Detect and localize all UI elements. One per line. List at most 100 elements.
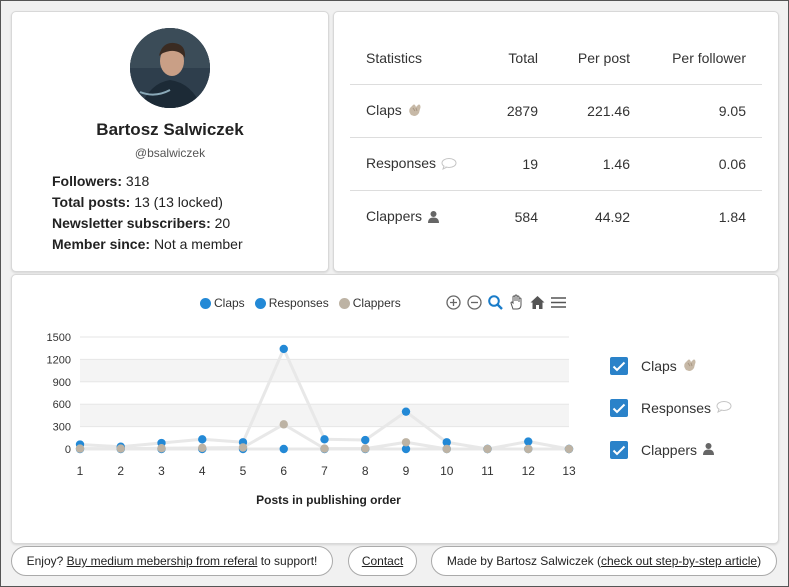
person-icon xyxy=(702,442,715,458)
toggle-label: Responses xyxy=(641,400,712,416)
followers-label: Followers: xyxy=(52,173,123,189)
row-per-follower: 0.06 xyxy=(630,137,762,191)
row-total: 2879 xyxy=(468,84,538,138)
data-point xyxy=(401,438,411,447)
contact-link[interactable]: Contact xyxy=(362,554,403,568)
toggle-clappers[interactable]: Clappers xyxy=(610,441,715,459)
checkbox-clappers[interactable] xyxy=(610,441,628,459)
data-point xyxy=(157,444,166,453)
x-tick-label: 13 xyxy=(562,464,576,478)
data-point xyxy=(564,444,574,454)
grid-band xyxy=(80,359,569,382)
grid-band xyxy=(80,404,569,427)
clap-icon xyxy=(407,103,423,120)
toggle-claps[interactable]: Claps xyxy=(610,357,698,375)
toggle-responses[interactable]: Responses xyxy=(610,399,732,417)
data-point xyxy=(116,444,125,453)
y-tick-label: 0 xyxy=(65,444,71,456)
data-point xyxy=(75,444,85,453)
y-tick-label: 1500 xyxy=(47,332,71,344)
posts-line: Total posts: 13 (13 locked) xyxy=(52,192,243,213)
member-value: Not a member xyxy=(153,236,243,252)
checkbox-claps[interactable] xyxy=(610,357,628,375)
followers-value: 318 xyxy=(125,173,150,189)
person-icon xyxy=(427,210,440,226)
member-label: Member since: xyxy=(52,236,151,252)
header-total: Total xyxy=(468,32,538,85)
clap-icon xyxy=(682,358,698,375)
data-point xyxy=(198,435,207,444)
x-tick-label: 12 xyxy=(522,464,536,478)
table-row: Claps 2879 221.46 9.05 xyxy=(350,84,762,138)
line-chart: 0300600900120015001 2 3 4 5 6 7 8 9 10 11 12 13Posts… xyxy=(47,332,576,507)
article-link[interactable]: check out step-by-step article xyxy=(601,554,757,568)
y-tick-label: 900 xyxy=(53,377,71,389)
row-total: 19 xyxy=(468,137,538,191)
credits-pill: Made by Bartosz Salwiczek (check out ste… xyxy=(431,546,777,576)
posts-label: Total posts: xyxy=(52,194,131,210)
row-label: Clappers xyxy=(366,208,423,225)
profile-facts: Followers: 318 Total posts: 13 (13 locke… xyxy=(52,171,243,255)
statistics-header-row: Statistics Total Per post Per follower xyxy=(350,32,762,85)
data-point xyxy=(442,444,451,454)
profile-name: Bartosz Salwiczek xyxy=(96,120,244,139)
data-point xyxy=(483,444,492,454)
y-tick-label: 600 xyxy=(53,399,71,411)
header-statistics: Statistics xyxy=(350,32,468,85)
data-point xyxy=(524,444,533,454)
row-per-post: 221.46 xyxy=(538,84,630,138)
x-tick-label: 3 xyxy=(158,464,165,478)
x-tick-label: 10 xyxy=(440,464,454,478)
credits-suffix: ) xyxy=(757,554,762,568)
x-tick-label: 6 xyxy=(280,464,287,478)
data-point xyxy=(524,437,533,446)
member-line: Member since: Not a member xyxy=(52,234,243,255)
x-tick-label: 11 xyxy=(481,464,494,478)
data-point xyxy=(361,435,370,445)
toggle-label: Claps xyxy=(641,358,677,374)
table-row: Clappers 584 44.92 1.84 xyxy=(350,191,762,244)
row-label-cell: Responses xyxy=(350,137,468,191)
row-label: Responses xyxy=(366,155,437,172)
newsletter-value: 20 xyxy=(214,215,231,231)
posts-value: 13 (13 locked) xyxy=(134,194,223,210)
contact-pill[interactable]: Contact xyxy=(348,546,417,576)
followers-line: Followers: 318 xyxy=(52,171,243,192)
row-label-cell: Clappers xyxy=(350,191,468,244)
data-point xyxy=(320,435,329,444)
checkbox-responses[interactable] xyxy=(610,399,628,417)
x-tick-label: 1 xyxy=(77,464,84,478)
x-tick-label: 8 xyxy=(362,464,369,478)
x-tick-label: 9 xyxy=(403,464,410,478)
data-point xyxy=(279,420,288,429)
row-per-follower: 1.84 xyxy=(718,209,746,225)
x-tick-label: 4 xyxy=(199,464,206,478)
data-point xyxy=(279,344,288,354)
toggle-label: Clappers xyxy=(641,442,698,458)
statistics-table: Statistics Total Per post Per follower C… xyxy=(350,32,762,243)
row-per-post: 44.92 xyxy=(594,209,630,225)
x-tick-label: 7 xyxy=(321,464,328,478)
credits-prefix: Made by Bartosz Salwiczek ( xyxy=(446,554,601,568)
data-point xyxy=(279,444,288,454)
x-tick-label: 2 xyxy=(117,464,124,478)
x-tick-label: 5 xyxy=(240,464,247,478)
y-tick-label: 300 xyxy=(53,422,71,434)
chart-card: Claps Responses Clappers 0 300 600 900 1200 1… xyxy=(11,274,779,544)
row-per-post: 1.46 xyxy=(538,137,630,191)
referral-link[interactable]: Buy medium mebership from referal xyxy=(67,554,258,568)
row-label-cell: Claps xyxy=(350,84,468,138)
data-point xyxy=(401,407,411,416)
row-label: Claps xyxy=(366,102,402,119)
support-pill: Enjoy? Buy medium mebership from referal… xyxy=(11,546,333,576)
newsletter-label: Newsletter subscribers: xyxy=(52,215,211,231)
speech-bubble-icon xyxy=(716,400,732,416)
speech-bubble-icon xyxy=(441,157,457,173)
x-axis-label: Posts in publishing order xyxy=(256,493,401,507)
header-per-post: Per post xyxy=(538,32,630,85)
row-per-follower: 9.05 xyxy=(630,84,762,138)
support-prefix: Enjoy? xyxy=(26,554,67,568)
profile-card: Bartosz Salwiczek @bsalwiczek Followers:… xyxy=(11,11,329,272)
header-per-follower: Per follower xyxy=(630,32,762,85)
newsletter-line: Newsletter subscribers: 20 xyxy=(52,213,243,234)
